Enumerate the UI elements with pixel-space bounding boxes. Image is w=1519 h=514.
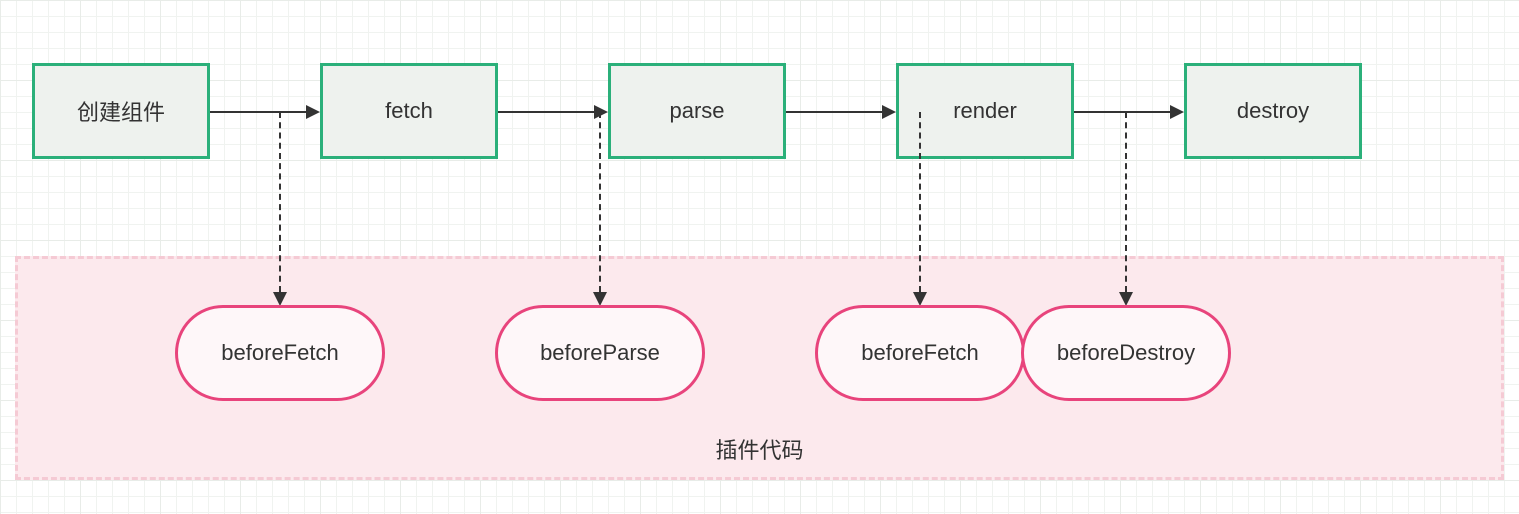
arrow-create-fetch xyxy=(210,111,306,113)
arrowhead-fetch-parse xyxy=(594,105,608,119)
arrow-render-destroy xyxy=(1074,111,1170,113)
arrow-fetch-parse xyxy=(498,111,594,113)
hook-beforefetch2-label: beforeFetch xyxy=(861,340,978,366)
hook-beforedestroy-label: beforeDestroy xyxy=(1057,340,1195,366)
hook-beforefetch2: beforeFetch xyxy=(815,305,1025,401)
arrowhead-to-beforedestroy xyxy=(1119,292,1133,306)
arrow-to-beforedestroy xyxy=(1125,112,1127,292)
lifecycle-destroy: destroy xyxy=(1184,63,1362,159)
arrow-to-beforefetch xyxy=(279,112,281,292)
lifecycle-parse: parse xyxy=(608,63,786,159)
hook-beforeparse: beforeParse xyxy=(495,305,705,401)
lifecycle-render-label: render xyxy=(953,98,1017,124)
lifecycle-parse-label: parse xyxy=(669,98,724,124)
arrow-to-beforeparse xyxy=(599,112,601,292)
lifecycle-create-label: 创建组件 xyxy=(77,95,165,127)
arrow-to-beforefetch2 xyxy=(919,112,921,292)
lifecycle-fetch: fetch xyxy=(320,63,498,159)
lifecycle-create: 创建组件 xyxy=(32,63,210,159)
arrowhead-render-destroy xyxy=(1170,105,1184,119)
arrow-parse-render xyxy=(786,111,882,113)
lifecycle-render: render xyxy=(896,63,1074,159)
hook-beforedestroy: beforeDestroy xyxy=(1021,305,1231,401)
arrowhead-to-beforefetch2 xyxy=(913,292,927,306)
lifecycle-fetch-label: fetch xyxy=(385,98,433,124)
arrowhead-to-beforeparse xyxy=(593,292,607,306)
hook-beforefetch-label: beforeFetch xyxy=(221,340,338,366)
lifecycle-destroy-label: destroy xyxy=(1237,98,1309,124)
arrowhead-create-fetch xyxy=(306,105,320,119)
arrowhead-to-beforefetch xyxy=(273,292,287,306)
hook-beforefetch: beforeFetch xyxy=(175,305,385,401)
hook-beforeparse-label: beforeParse xyxy=(540,340,660,366)
plugin-section-label: 插件代码 xyxy=(715,433,803,465)
arrowhead-parse-render xyxy=(882,105,896,119)
